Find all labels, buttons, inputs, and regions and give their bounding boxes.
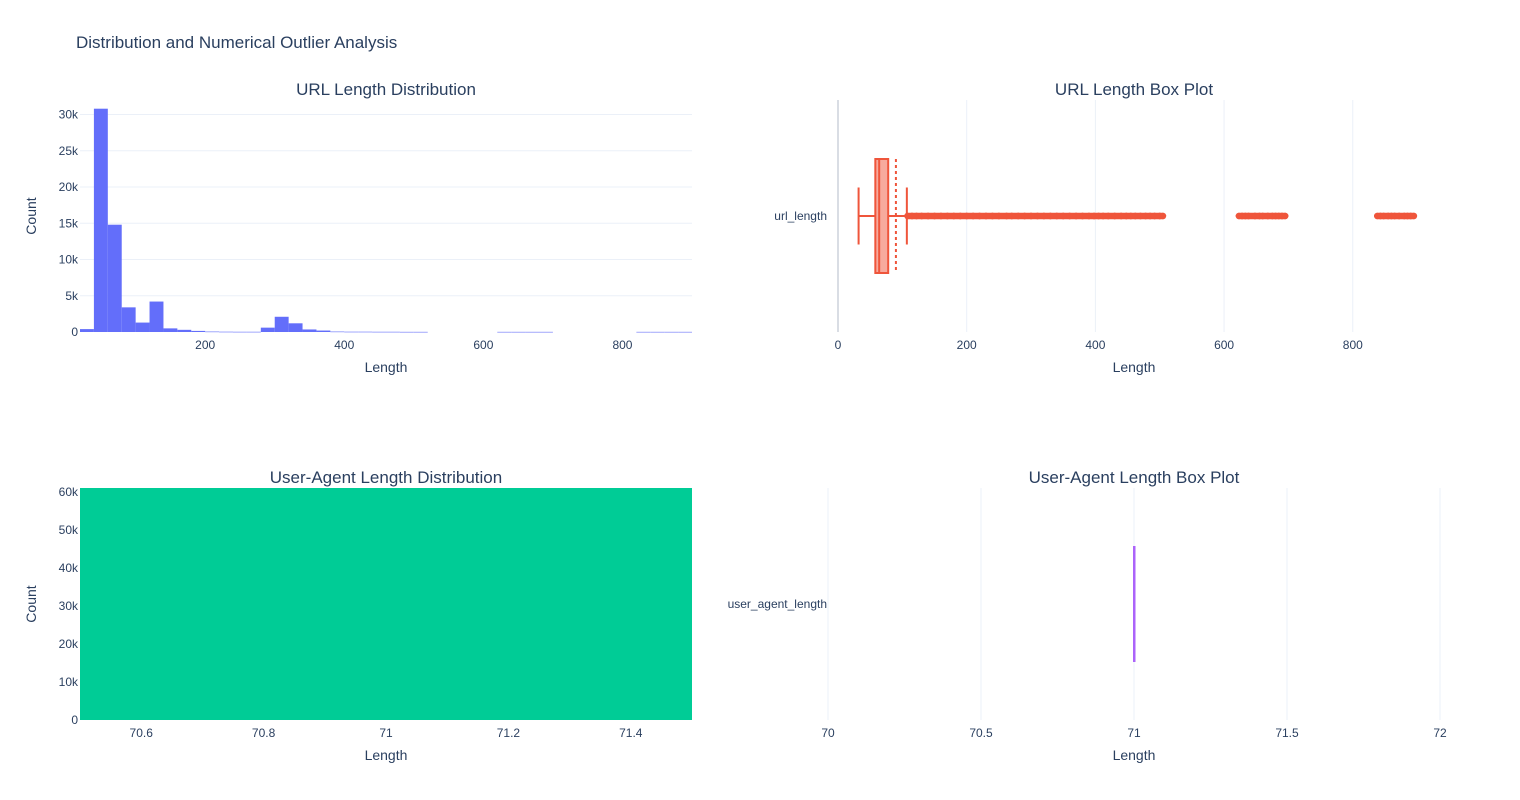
url-hist-y-ticks: 0 5k 10k 15k 20k 25k 30k: [59, 108, 79, 340]
y-tick-label: 30k: [59, 599, 79, 613]
ua-hist-bars: [80, 488, 692, 720]
histogram-bar: [413, 331, 428, 333]
histogram-bar: [163, 328, 178, 332]
ua-hist-x-ticks: 70.6 70.8 71 71.2 71.4: [130, 726, 643, 740]
x-tick-label: 200: [195, 338, 215, 352]
ua-box-title: User-Agent Length Box Plot: [1029, 468, 1240, 487]
histogram-bar: [93, 108, 108, 332]
x-tick-label: 70: [821, 726, 835, 740]
histogram-bar: [511, 331, 526, 333]
ua-box-x-axis-title: Length: [1113, 747, 1156, 763]
histogram-bar: [233, 331, 247, 333]
y-tick-label: 5k: [65, 289, 79, 303]
histogram-bar: [358, 331, 373, 333]
y-tick-label: 50k: [59, 523, 79, 537]
ua-length-boxplot-panel: 70 70.5 71 71.5 72 User-Agent Length Box Plo…: [728, 468, 1447, 763]
ua-hist-y-axis-title: Count: [23, 585, 39, 622]
x-tick-label: 400: [334, 338, 354, 352]
url-box-outliers: [904, 212, 1418, 220]
histogram-bar: [399, 331, 414, 333]
ua-hist-x-axis-title: Length: [365, 747, 408, 763]
histogram-bar: [80, 488, 692, 720]
url-hist-bars: [80, 108, 692, 333]
url-box-shape: [857, 158, 908, 274]
url-hist-y-axis-title: Count: [23, 197, 39, 234]
histogram-bar: [191, 330, 206, 332]
histogram-bar: [121, 307, 136, 332]
histogram-bar: [678, 331, 692, 333]
histogram-bar: [288, 323, 303, 332]
x-tick-label: 72: [1433, 726, 1447, 740]
histogram-bar: [386, 331, 400, 333]
y-tick-label: 25k: [59, 144, 79, 158]
histogram-bar: [205, 331, 220, 333]
ua-hist-title: User-Agent Length Distribution: [270, 468, 502, 487]
url-hist-gridlines: [80, 114, 692, 297]
url-hist-x-axis-title: Length: [365, 359, 408, 375]
histogram-bar: [497, 331, 512, 333]
histogram-bar: [219, 331, 233, 333]
x-tick-label: 70.8: [252, 726, 276, 740]
x-tick-label: 70.5: [969, 726, 993, 740]
y-tick-label: 15k: [59, 216, 79, 230]
x-tick-label: 200: [957, 338, 977, 352]
histogram-bar: [149, 301, 164, 332]
url-length-boxplot-panel: 0 200 400 600 800 URL Length Box Plot Length…: [774, 80, 1418, 375]
y-tick-label: 20k: [59, 637, 79, 651]
ua-box-category-label: user_agent_length: [728, 597, 827, 611]
y-tick-label: 10k: [59, 675, 79, 689]
histogram-bar: [274, 316, 289, 332]
y-tick-label: 40k: [59, 561, 79, 575]
x-tick-label: 71.4: [619, 726, 643, 740]
ua-box-shape: [1133, 546, 1136, 662]
x-tick-label: 600: [473, 338, 493, 352]
histogram-bar: [525, 331, 539, 333]
x-tick-label: 71: [1127, 726, 1141, 740]
figure-canvas: 200 400 600 800 0 5k 10k 15k 20k 25k 30k URL Leng…: [23, 80, 1447, 763]
y-tick-label: 0: [71, 713, 78, 727]
histogram-bar: [260, 327, 275, 332]
histogram-bar: [135, 322, 150, 332]
histogram-bar: [539, 331, 553, 333]
url-hist-title: URL Length Distribution: [296, 80, 476, 99]
ua-hist-y-ticks: 0 10k 20k 30k 40k 50k 60k: [59, 485, 79, 727]
x-tick-label: 71.2: [497, 726, 521, 740]
iqr-box: [874, 158, 890, 274]
y-tick-label: 10k: [59, 253, 79, 267]
histogram-bar: [107, 224, 122, 332]
url-box-x-axis-title: Length: [1113, 359, 1156, 375]
y-tick-label: 30k: [59, 108, 79, 122]
x-tick-label: 71: [379, 726, 393, 740]
histogram-bar: [177, 329, 192, 332]
histogram-bar: [302, 329, 317, 332]
ua-box-x-ticks: 70 70.5 71 71.5 72: [821, 726, 1447, 740]
x-tick-label: 800: [612, 338, 632, 352]
url-length-histogram-panel: 200 400 600 800 0 5k 10k 15k 20k 25k 30k URL Leng…: [23, 80, 692, 375]
x-tick-label: 600: [1214, 338, 1234, 352]
histogram-bar: [636, 331, 651, 333]
url-box-title: URL Length Box Plot: [1055, 80, 1213, 99]
histogram-bar: [344, 331, 359, 333]
ua-length-histogram-panel: 70.6 70.8 71 71.2 71.4 0 10k 20k 30k 40k 50k 60k U…: [23, 468, 692, 763]
x-tick-label: 70.6: [130, 726, 154, 740]
y-tick-label: 0: [71, 325, 78, 339]
url-box-x-ticks: 0 200 400 600 800: [835, 338, 1363, 352]
url-box-category-label: url_length: [774, 209, 827, 223]
histogram-bar: [664, 331, 679, 333]
y-tick-label: 20k: [59, 180, 79, 194]
x-tick-label: 400: [1085, 338, 1105, 352]
histogram-bar: [246, 331, 261, 333]
x-tick-label: 71.5: [1275, 726, 1299, 740]
histogram-bar: [80, 329, 94, 332]
histogram-bar: [372, 331, 386, 333]
histogram-bar: [316, 330, 331, 332]
histogram-bar: [650, 331, 665, 333]
histogram-bar: [330, 331, 345, 333]
x-tick-label: 0: [835, 338, 842, 352]
x-tick-label: 800: [1343, 338, 1363, 352]
y-tick-label: 60k: [59, 485, 79, 499]
url-hist-x-ticks: 200 400 600 800: [195, 338, 633, 352]
